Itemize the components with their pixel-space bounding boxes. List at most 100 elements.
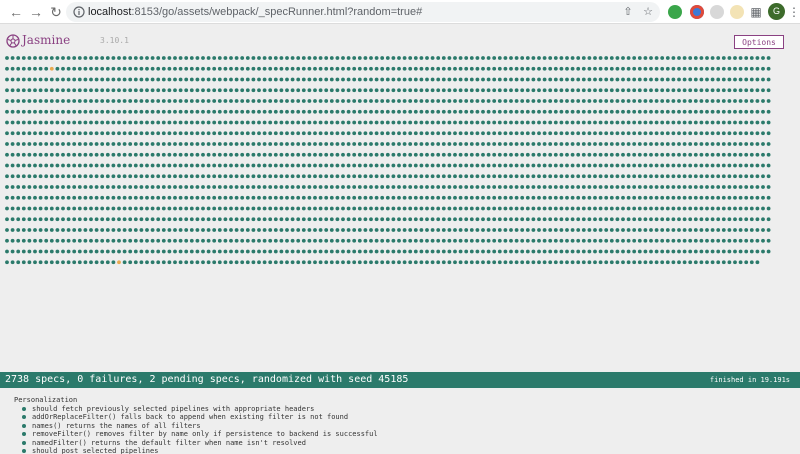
passed-spec-dot[interactable] <box>481 206 485 211</box>
passed-spec-dot[interactable] <box>145 56 149 60</box>
passed-spec-dot[interactable] <box>128 163 133 168</box>
passed-spec-dot[interactable] <box>173 109 177 114</box>
passed-spec-dot[interactable] <box>441 88 446 93</box>
passed-spec-dot[interactable] <box>397 185 401 189</box>
passed-spec-dot[interactable] <box>369 142 373 146</box>
passed-spec-dot[interactable] <box>296 260 301 265</box>
passed-spec-dot[interactable] <box>117 120 121 125</box>
passed-spec-dot[interactable] <box>100 56 105 60</box>
passed-spec-dot[interactable] <box>744 99 749 103</box>
passed-spec-dot[interactable] <box>145 238 149 243</box>
passed-spec-dot[interactable] <box>509 206 513 211</box>
passed-spec-dot[interactable] <box>548 77 553 82</box>
passed-spec-dot[interactable] <box>385 99 390 103</box>
passed-spec-dot[interactable] <box>436 195 441 200</box>
passed-spec-dot[interactable] <box>436 77 441 82</box>
passed-spec-dot[interactable] <box>419 120 424 125</box>
passed-spec-dot[interactable] <box>122 109 127 114</box>
passed-spec-dot[interactable] <box>363 109 368 114</box>
passed-spec-dot[interactable] <box>83 56 88 60</box>
passed-spec-dot[interactable] <box>44 152 49 157</box>
passed-spec-dot[interactable] <box>173 174 177 179</box>
passed-spec-dot[interactable] <box>716 228 721 232</box>
passed-spec-dot[interactable] <box>240 185 245 189</box>
passed-spec-dot[interactable] <box>531 142 536 146</box>
passed-spec-dot[interactable] <box>268 99 273 103</box>
passed-spec-dot[interactable] <box>637 238 642 243</box>
passed-spec-dot[interactable] <box>749 88 754 93</box>
passed-spec-dot[interactable] <box>10 77 15 82</box>
passed-spec-dot[interactable] <box>206 249 211 254</box>
passed-spec-dot[interactable] <box>5 77 9 82</box>
passed-spec-dot[interactable] <box>593 185 597 189</box>
passed-spec-dot[interactable] <box>503 131 508 136</box>
passed-spec-dot[interactable] <box>598 152 603 157</box>
passed-spec-dot[interactable] <box>38 238 43 243</box>
passed-spec-dot[interactable] <box>565 163 569 168</box>
passed-spec-dot[interactable] <box>716 238 721 243</box>
passed-spec-dot[interactable] <box>430 228 435 232</box>
passed-spec-dot[interactable] <box>324 142 329 146</box>
passed-spec-dot[interactable] <box>525 206 530 211</box>
passed-spec-dot[interactable] <box>598 228 603 232</box>
passed-spec-dot[interactable] <box>761 152 765 157</box>
passed-spec-dot[interactable] <box>643 174 648 179</box>
passed-spec-dot[interactable] <box>660 56 665 60</box>
passed-spec-dot[interactable] <box>453 142 457 146</box>
passed-spec-dot[interactable] <box>699 109 704 114</box>
passed-spec-dot[interactable] <box>223 185 228 189</box>
passed-spec-dot[interactable] <box>329 260 334 265</box>
passed-spec-dot[interactable] <box>430 99 435 103</box>
passed-spec-dot[interactable] <box>576 249 581 254</box>
passed-spec-dot[interactable] <box>251 174 256 179</box>
passed-spec-dot[interactable] <box>576 131 581 136</box>
passed-spec-dot[interactable] <box>671 185 676 189</box>
passed-spec-dot[interactable] <box>273 77 278 82</box>
passed-spec-dot[interactable] <box>105 131 110 136</box>
passed-spec-dot[interactable] <box>156 152 161 157</box>
passed-spec-dot[interactable] <box>156 195 161 200</box>
passed-spec-dot[interactable] <box>66 131 71 136</box>
passed-spec-dot[interactable] <box>374 56 379 60</box>
passed-spec-dot[interactable] <box>206 152 211 157</box>
passed-spec-dot[interactable] <box>565 99 569 103</box>
passed-spec-dot[interactable] <box>464 152 469 157</box>
passed-spec-dot[interactable] <box>111 206 116 211</box>
passed-spec-dot[interactable] <box>21 142 26 146</box>
passed-spec-dot[interactable] <box>234 131 239 136</box>
passed-spec-dot[interactable] <box>27 120 32 125</box>
passed-spec-dot[interactable] <box>268 195 273 200</box>
passed-spec-dot[interactable] <box>609 174 614 179</box>
passed-spec-dot[interactable] <box>273 152 278 157</box>
passed-spec-dot[interactable] <box>727 195 732 200</box>
passed-spec-dot[interactable] <box>469 260 474 265</box>
passed-spec-dot[interactable] <box>38 206 43 211</box>
passed-spec-dot[interactable] <box>581 152 586 157</box>
passed-spec-dot[interactable] <box>716 249 721 254</box>
passed-spec-dot[interactable] <box>352 99 357 103</box>
passed-spec-dot[interactable] <box>27 195 32 200</box>
passed-spec-dot[interactable] <box>755 120 760 125</box>
passed-spec-dot[interactable] <box>89 77 93 82</box>
passed-spec-dot[interactable] <box>38 120 43 125</box>
passed-spec-dot[interactable] <box>38 152 43 157</box>
passed-spec-dot[interactable] <box>548 206 553 211</box>
passed-spec-dot[interactable] <box>615 228 620 232</box>
passed-spec-dot[interactable] <box>447 163 452 168</box>
passed-spec-dot[interactable] <box>89 185 93 189</box>
passed-spec-dot[interactable] <box>649 66 653 71</box>
passed-spec-dot[interactable] <box>184 228 189 232</box>
passed-spec-dot[interactable] <box>290 109 295 114</box>
passed-spec-dot[interactable] <box>212 131 217 136</box>
passed-spec-dot[interactable] <box>682 56 687 60</box>
passed-spec-dot[interactable] <box>621 238 625 243</box>
passed-spec-dot[interactable] <box>766 66 771 71</box>
passed-spec-dot[interactable] <box>296 163 301 168</box>
passed-spec-dot[interactable] <box>279 99 284 103</box>
passed-spec-dot[interactable] <box>593 152 597 157</box>
passed-spec-dot[interactable] <box>716 109 721 114</box>
passed-spec-dot[interactable] <box>324 99 329 103</box>
passed-spec-dot[interactable] <box>604 249 609 254</box>
passed-spec-dot[interactable] <box>16 174 21 179</box>
passed-spec-dot[interactable] <box>755 260 760 265</box>
